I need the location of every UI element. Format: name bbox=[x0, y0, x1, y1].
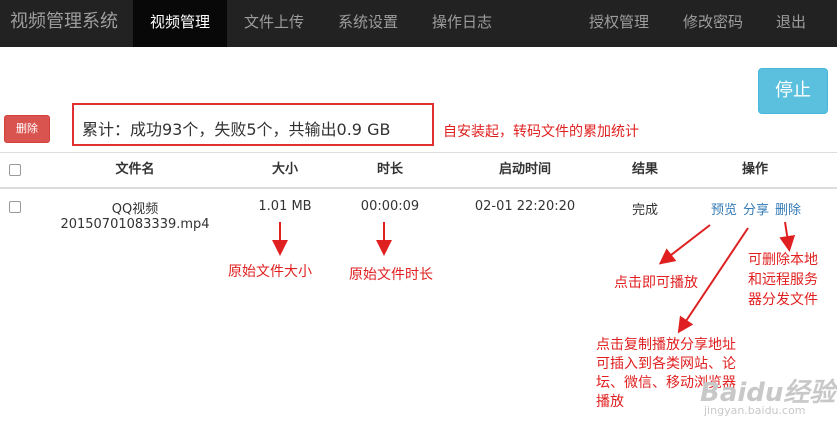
preview-arrow bbox=[658, 224, 711, 265]
delete-annotation: 可删除本地 和远程服务 器分发文件 bbox=[748, 252, 818, 308]
delete-arrow bbox=[779, 221, 796, 252]
preview-annotation: 点击即可播放 bbox=[614, 275, 698, 291]
size-annotation: 原始文件大小 bbox=[228, 264, 312, 280]
baidu-watermark-url: jingyan.baidu.com bbox=[704, 404, 806, 417]
duration-annotation: 原始文件时长 bbox=[349, 267, 433, 283]
